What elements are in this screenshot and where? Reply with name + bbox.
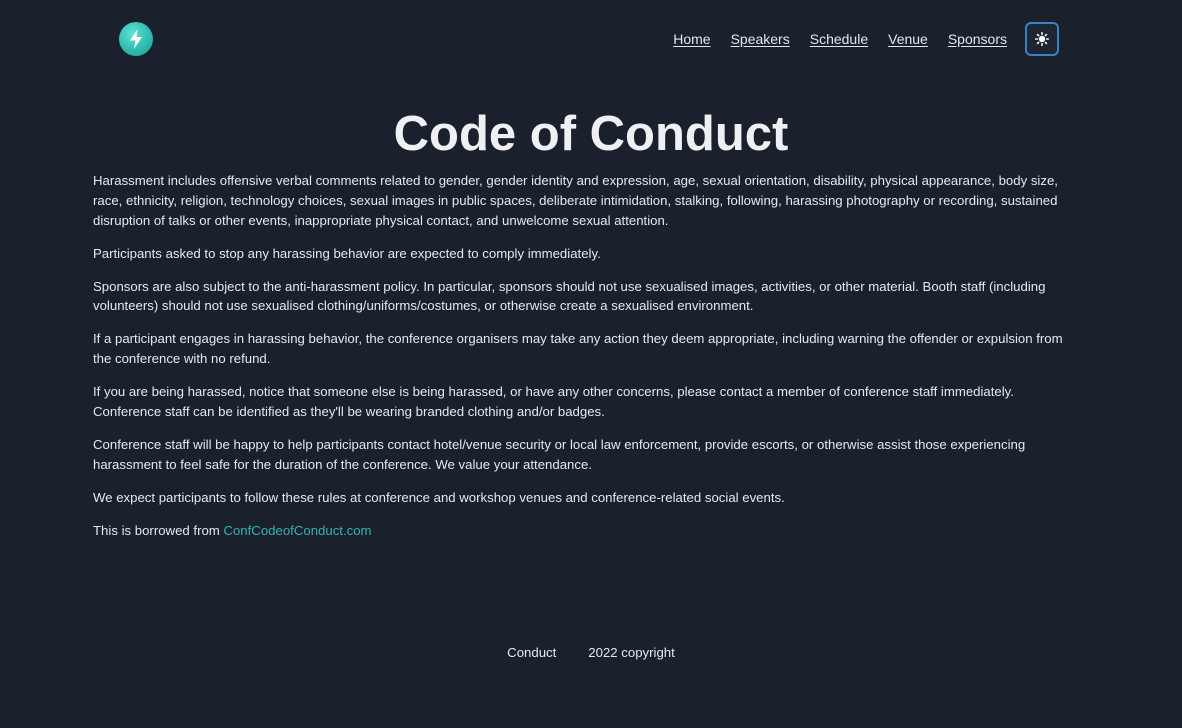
footer-link-conduct[interactable]: Conduct: [507, 645, 556, 660]
credit-link[interactable]: ConfCodeofConduct.com: [223, 523, 371, 538]
paragraph-sponsors: Sponsors are also subject to the anti-ha…: [93, 278, 1046, 314]
main-nav: Home Speakers Schedule Venue Sponsors: [673, 20, 1059, 58]
paragraph-staff-help: Conference staff will be happy to help p…: [93, 436, 1026, 472]
credit-prefix: This is borrowed from: [93, 522, 224, 538]
logo[interactable]: [119, 22, 153, 56]
nav-link-sponsors[interactable]: Sponsors: [948, 31, 1007, 47]
paragraph-comply: Participants asked to stop any harassing…: [93, 245, 601, 261]
site-footer: Conduct 2022 copyright: [0, 645, 1182, 660]
lightning-bolt-icon: [130, 29, 142, 49]
theme-toggle-button[interactable]: [1025, 22, 1059, 56]
paragraph-harassment-definition: Harassment includes offensive verbal com…: [93, 173, 1058, 228]
paragraph-consequences: If a participant engages in harassing be…: [93, 331, 1063, 367]
nav-link-schedule[interactable]: Schedule: [810, 31, 868, 47]
site-header: Home Speakers Schedule Venue Sponsors: [0, 0, 1182, 78]
nav-link-speakers[interactable]: Speakers: [731, 31, 790, 47]
paragraph-scope: We expect participants to follow these r…: [93, 489, 785, 505]
sun-icon: [1035, 32, 1049, 46]
nav-link-venue[interactable]: Venue: [888, 31, 928, 47]
page-title: Code of Conduct: [393, 107, 789, 161]
nav-link-home[interactable]: Home: [673, 31, 710, 47]
conduct-content: Harassment includes offensive verbal com…: [93, 171, 1073, 554]
footer-copyright: 2022 copyright: [588, 645, 675, 660]
credit-line: This is borrowed from ConfCodeofConduct.…: [93, 521, 1073, 541]
paragraph-reporting: If you are being harassed, notice that s…: [93, 384, 1014, 419]
